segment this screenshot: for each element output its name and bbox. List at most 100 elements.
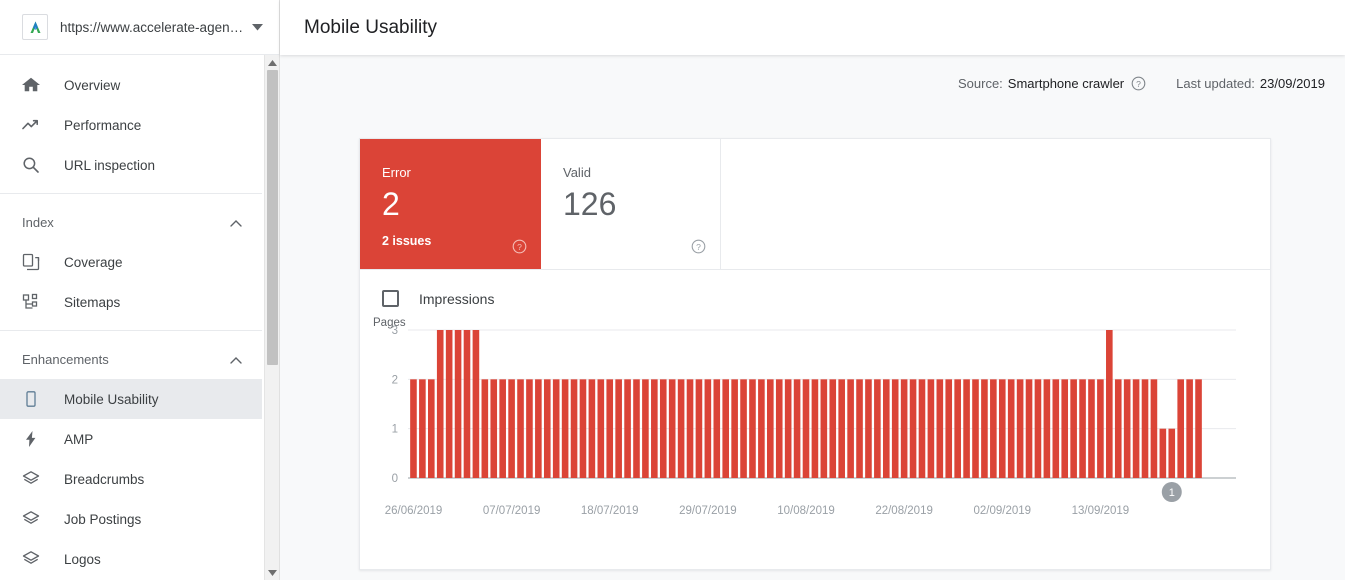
svg-text:1: 1 [392, 424, 398, 436]
status-summary: Error 2 2 issues ? Valid 126 ? [360, 139, 1270, 270]
chevron-up-icon[interactable] [230, 215, 242, 230]
chart-bar [838, 379, 845, 478]
chart-bar [874, 379, 881, 478]
chart-bar [499, 379, 506, 478]
sidebar-item-job-postings[interactable]: Job Postings [0, 499, 262, 539]
chart-bar [1132, 379, 1140, 478]
chart-bar [918, 379, 926, 478]
chart-bar [1088, 379, 1095, 478]
property-selector[interactable]: https://www.accelerate-agen… [0, 0, 279, 55]
sidebar-scroll-area: Overview Performance URL inspection Inde… [0, 55, 279, 580]
chart-bar [552, 379, 560, 478]
sidebar-item-url-inspection[interactable]: URL inspection [0, 145, 262, 185]
chart-bar [615, 379, 622, 478]
property-url: https://www.accelerate-agen… [60, 19, 244, 35]
sidebar-item-mobile-usability[interactable]: Mobile Usability [0, 379, 262, 419]
sidebar-item-label: AMP [64, 431, 94, 447]
chart-x-tick-label: 29/07/2019 [679, 505, 737, 517]
chart-bar [1106, 330, 1113, 478]
sidebar-group-label: Index [22, 214, 54, 230]
chart-bar [410, 379, 417, 478]
chart-bar [802, 379, 810, 478]
chart-bar [775, 379, 783, 478]
chart-bar [463, 330, 471, 478]
svg-text:?: ? [696, 242, 701, 252]
sidebar-item-label: URL inspection [64, 157, 156, 173]
chart-bar [704, 379, 712, 478]
report-meta-bar: Source: Smartphone crawler ? Last update… [280, 55, 1345, 112]
chart-bar [642, 379, 649, 478]
chart-bar [865, 379, 872, 478]
sidebar-item-label: Job Postings [64, 511, 142, 527]
chart-bar [597, 379, 605, 478]
scroll-up-arrow-icon[interactable] [265, 55, 279, 70]
chart-bar [820, 379, 828, 478]
chart-bar [722, 379, 730, 478]
sidebar-group-label: Enhancements [22, 351, 109, 367]
chart-x-tick-label: 07/07/2019 [482, 505, 541, 517]
sidebar-item-logos[interactable]: Logos [0, 539, 262, 579]
chart-bar [1168, 428, 1176, 478]
chart-bar [811, 379, 819, 478]
chart-bar [472, 330, 480, 478]
pages-bar-chart[interactable]: 0 1 2 3 1 [360, 317, 1272, 507]
chart-bar [847, 379, 854, 478]
help-circle-icon[interactable]: ? [691, 239, 706, 259]
chart-bar [1123, 379, 1131, 478]
page-header: Mobile Usability [280, 0, 1345, 55]
chart-bar [1025, 379, 1033, 478]
svg-text:?: ? [517, 242, 522, 252]
sidebar-item-performance[interactable]: Performance [0, 105, 262, 145]
sidebar-item-breadcrumbs[interactable]: Breadcrumbs [0, 459, 262, 499]
chart-bar [749, 379, 756, 478]
chart-bar [981, 379, 988, 478]
sidebar-group-index[interactable]: Index [0, 202, 262, 242]
chart-bar [1177, 379, 1184, 478]
chart-bar [570, 379, 578, 478]
svg-text:?: ? [1136, 79, 1141, 89]
chart-bar [882, 379, 890, 478]
chevron-down-icon[interactable] [247, 23, 267, 31]
last-updated-info: Last updated: 23/09/2019 [1176, 76, 1325, 91]
last-updated-value: 23/09/2019 [1259, 76, 1325, 91]
chart-bar [1070, 379, 1077, 478]
chart-bar [1097, 379, 1104, 478]
sidebar-item-sitemaps[interactable]: Sitemaps [0, 282, 262, 322]
chart-bar [1114, 379, 1122, 478]
sidebar-item-overview[interactable]: Overview [0, 65, 262, 105]
svg-text:3: 3 [392, 325, 398, 337]
chart-bar [543, 379, 551, 478]
sidebar-item-amp[interactable]: AMP [0, 419, 262, 459]
help-circle-icon[interactable]: ? [1131, 76, 1146, 91]
chart-bar [1034, 379, 1042, 478]
mobile-phone-icon [22, 390, 44, 408]
source-info: Source: Smartphone crawler ? [958, 76, 1146, 91]
scroll-down-arrow-icon[interactable] [265, 565, 279, 580]
chart-bar [909, 379, 917, 478]
chart-bar [490, 379, 498, 478]
chart-bar [900, 379, 908, 478]
valid-status-tile[interactable]: Valid 126 ? [541, 139, 721, 269]
chart-bar [659, 379, 667, 478]
sidebar-item-coverage[interactable]: Coverage [0, 242, 262, 282]
chart-bar [481, 379, 489, 478]
svg-text:0: 0 [392, 473, 398, 485]
chart-x-tick-label: 10/08/2019 [777, 505, 835, 517]
sidebar-item-label: Mobile Usability [64, 391, 159, 407]
site-logo-icon [22, 14, 48, 40]
chart-bar [579, 379, 587, 478]
svg-text:2: 2 [392, 374, 398, 386]
chart-bar [740, 379, 747, 478]
scrollbar-thumb[interactable] [267, 70, 278, 365]
error-status-tile[interactable]: Error 2 2 issues ? [360, 139, 541, 269]
impressions-checkbox[interactable] [382, 290, 399, 307]
chart-bar [651, 379, 658, 478]
sidebar-divider [0, 330, 262, 331]
sidebar-scrollbar[interactable] [264, 55, 279, 580]
layers-icon [22, 510, 44, 528]
help-circle-icon[interactable]: ? [512, 239, 527, 259]
chart-bar [454, 330, 462, 478]
sidebar-group-enhancements[interactable]: Enhancements [0, 339, 262, 379]
chart-x-tick-label: 22/08/2019 [875, 505, 933, 517]
chevron-up-icon[interactable] [230, 352, 242, 367]
